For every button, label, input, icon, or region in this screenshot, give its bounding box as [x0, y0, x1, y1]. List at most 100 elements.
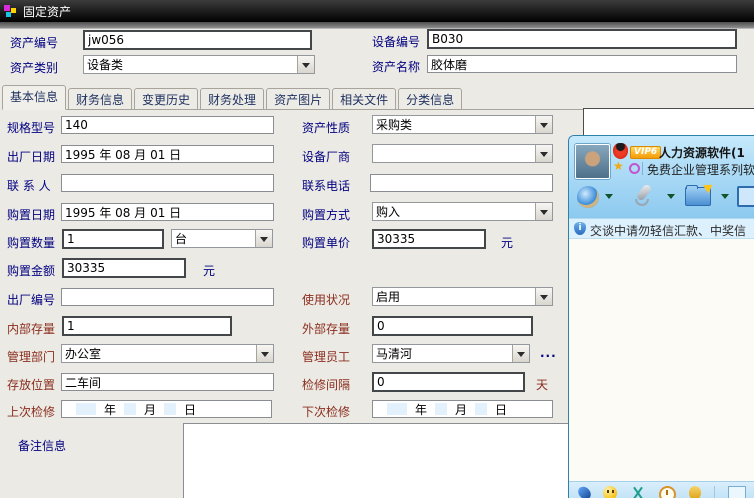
- asset-no-label: 资产编号: [10, 34, 58, 51]
- factory-date-label: 出厂日期: [7, 148, 55, 165]
- emoticon-icon[interactable]: [603, 486, 617, 498]
- tab-related-files[interactable]: 相关文件: [332, 88, 396, 109]
- webcam-icon[interactable]: [577, 186, 599, 208]
- asset-name-input[interactable]: [427, 55, 737, 73]
- amount-unit-label: 元: [203, 262, 215, 279]
- internal-stock-input[interactable]: [62, 316, 232, 336]
- chevron-down-icon[interactable]: [535, 203, 552, 220]
- manage-dept-label: 管理部门: [7, 348, 55, 365]
- factory-no-label: 出厂编号: [7, 291, 55, 308]
- manage-dept-combo[interactable]: 办公室: [61, 344, 274, 363]
- screen-share-icon[interactable]: [737, 186, 754, 207]
- qq-chat-window: VIP6 人力资源软件(1 ★ 免费企业管理系列软 交谈中请勿轻信汇款、中奖信: [568, 135, 754, 498]
- storage-location-input[interactable]: [61, 373, 274, 391]
- red-penguin-icon: [613, 143, 628, 159]
- window-title: 固定资产: [23, 3, 71, 20]
- vendor-combo[interactable]: [372, 144, 553, 163]
- purchase-method-label: 购置方式: [302, 206, 350, 223]
- font-icon[interactable]: [576, 484, 594, 498]
- tab-finance-info[interactable]: 财务信息: [68, 88, 132, 109]
- chevron-down-icon[interactable]: [721, 194, 729, 203]
- vendor-label: 设备厂商: [302, 148, 350, 165]
- last-service-date-field[interactable]: 年 月 日: [61, 400, 272, 418]
- next-service-label: 下次检修: [302, 403, 350, 420]
- external-stock-input[interactable]: [372, 316, 533, 336]
- chevron-down-icon[interactable]: [535, 288, 552, 305]
- usage-status-combo[interactable]: 启用: [372, 287, 553, 306]
- asset-category-combo[interactable]: 设备类: [83, 55, 315, 74]
- unit-price-label: 购置单价: [302, 234, 350, 251]
- purchase-method-combo[interactable]: 购入: [372, 202, 553, 221]
- purchase-amount-label: 购置金额: [7, 262, 55, 279]
- asset-category-label: 资产类别: [10, 59, 58, 76]
- qq-notice-bar: 交谈中请勿轻信汇款、中奖信: [569, 218, 754, 239]
- qq-contact-title: 人力资源软件(1: [659, 144, 745, 161]
- qq-message-area[interactable]: [569, 239, 754, 481]
- chevron-down-icon[interactable]: [605, 194, 613, 203]
- chevron-down-icon[interactable]: [512, 345, 529, 362]
- chevron-down-icon[interactable]: [535, 116, 552, 133]
- spec-model-label: 规格型号: [7, 119, 55, 136]
- internal-stock-label: 内部存量: [7, 320, 55, 337]
- title-strip: [0, 22, 754, 29]
- avatar[interactable]: [575, 144, 610, 179]
- asset-no-input[interactable]: [83, 30, 312, 50]
- chevron-down-icon[interactable]: [535, 145, 552, 162]
- device-no-label: 设备编号: [372, 33, 420, 50]
- header-divider: [642, 162, 643, 175]
- purchase-date-label: 购置日期: [7, 206, 55, 223]
- chevron-down-icon[interactable]: [667, 194, 675, 203]
- shield-icon: [574, 222, 586, 235]
- tab-category-info[interactable]: 分类信息: [398, 88, 462, 109]
- file-transfer-icon[interactable]: [685, 187, 711, 206]
- service-interval-input[interactable]: [372, 372, 525, 392]
- contact-person-label: 联 系 人: [7, 177, 51, 194]
- purchase-qty-input[interactable]: [62, 229, 164, 249]
- purchase-amount-input[interactable]: [62, 258, 186, 278]
- device-no-input[interactable]: [427, 29, 737, 49]
- star-icon: ★: [613, 159, 624, 173]
- purchase-qty-label: 购置数量: [7, 234, 55, 251]
- unit-price-input[interactable]: [372, 229, 486, 249]
- qq-input-toolbar: [569, 481, 754, 498]
- fixed-assets-window: 固定资产 资产编号 设备编号 资产类别 设备类 资产名称 基本信息 财务信息 变…: [0, 0, 754, 498]
- microphone-icon[interactable]: [631, 183, 655, 209]
- unit-price-unit-label: 元: [501, 234, 513, 251]
- factory-date-input[interactable]: [61, 145, 274, 163]
- factory-no-input[interactable]: [61, 288, 274, 306]
- storage-location-label: 存放位置: [7, 376, 55, 393]
- magnifier-icon: [629, 163, 640, 174]
- next-service-date-field[interactable]: 年 月 日: [372, 400, 553, 418]
- unit-combo[interactable]: 台: [171, 229, 273, 248]
- app-cubes-icon: [4, 5, 17, 18]
- chevron-down-icon[interactable]: [256, 345, 273, 362]
- service-interval-label: 检修间隔: [302, 376, 350, 393]
- chevron-down-icon[interactable]: [255, 230, 272, 247]
- usage-status-label: 使用状况: [302, 291, 350, 308]
- tab-strip: 基本信息 财务信息 变更历史 财务处理 资产图片 相关文件 分类信息: [2, 88, 754, 110]
- tab-basic-info[interactable]: 基本信息: [2, 85, 66, 110]
- qq-contact-subtitle: 免费企业管理系列软: [647, 161, 754, 178]
- chevron-down-icon[interactable]: [297, 56, 314, 73]
- purchase-date-input[interactable]: [61, 203, 274, 221]
- screenshot-icon[interactable]: [630, 486, 646, 498]
- nudge-icon[interactable]: [689, 486, 701, 498]
- external-stock-label: 外部存量: [302, 320, 350, 337]
- manager-combo[interactable]: 马清河: [372, 344, 530, 363]
- contact-phone-label: 联系电话: [302, 177, 350, 194]
- interval-unit-label: 天: [536, 376, 548, 393]
- asset-nature-combo[interactable]: 采购类: [372, 115, 553, 134]
- tab-change-history[interactable]: 变更历史: [134, 88, 198, 109]
- last-service-label: 上次检修: [7, 403, 55, 420]
- vip-badge: VIP6: [630, 146, 661, 159]
- spec-model-input[interactable]: [61, 116, 274, 134]
- history-clock-icon[interactable]: [659, 486, 676, 498]
- contact-person-input[interactable]: [61, 174, 274, 192]
- manager-more-button[interactable]: ...: [540, 346, 557, 360]
- remark-label: 备注信息: [18, 437, 66, 454]
- window-icon[interactable]: [728, 486, 746, 498]
- asset-name-label: 资产名称: [372, 58, 420, 75]
- tab-finance-process[interactable]: 财务处理: [200, 88, 264, 109]
- contact-phone-input[interactable]: [370, 174, 553, 192]
- tab-asset-picture[interactable]: 资产图片: [266, 88, 330, 109]
